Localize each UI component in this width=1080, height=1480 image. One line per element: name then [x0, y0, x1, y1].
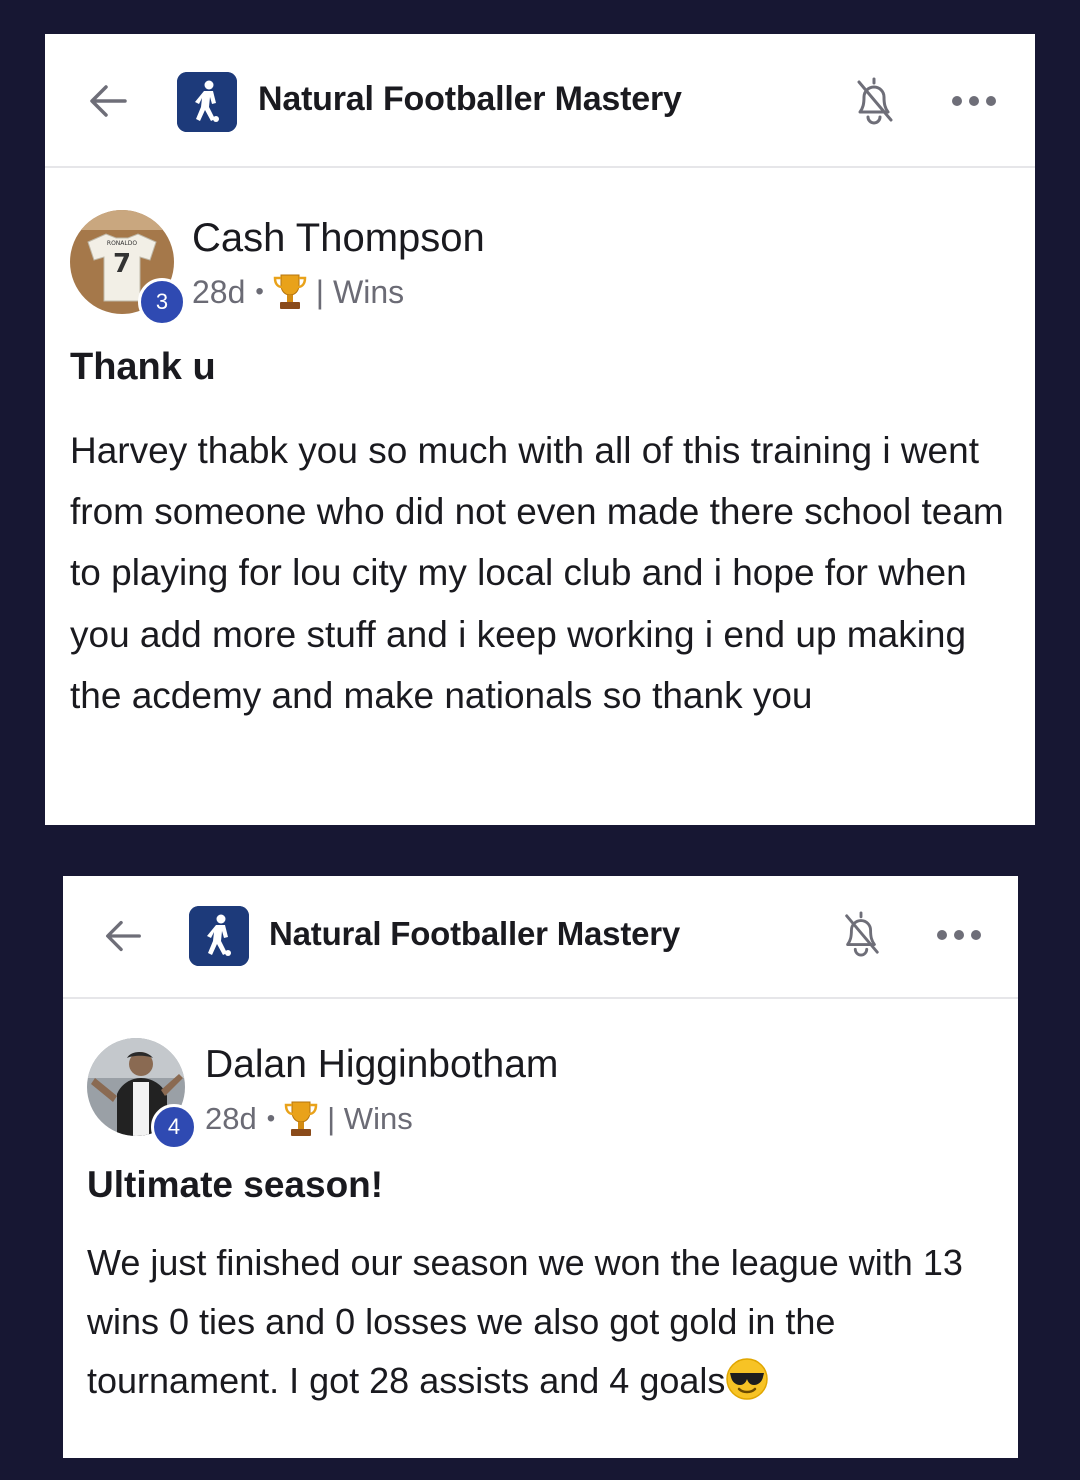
back-arrow-icon[interactable] — [85, 78, 131, 124]
top-bar: Natural Footballer Mastery — [63, 876, 1018, 999]
sunglasses-emoji — [725, 1357, 769, 1401]
trophy-icon — [272, 272, 308, 312]
author-avatar[interactable]: 4 — [87, 1038, 197, 1150]
post-time: 28d — [192, 273, 246, 310]
post-body-text: We just finished our season we won the l… — [87, 1242, 963, 1401]
more-icon[interactable] — [935, 924, 983, 946]
group-title[interactable]: Natural Footballer Mastery — [258, 80, 682, 119]
group-title[interactable]: Natural Footballer Mastery — [269, 915, 680, 953]
post-card-2: Natural Footballer Mastery 4 Dalan Higgi… — [63, 876, 1018, 1458]
post-title: Thank u — [70, 346, 216, 388]
avatar-jersey-text: RONALDO — [107, 240, 137, 247]
author-avatar[interactable]: RONALDO 7 3 — [70, 210, 186, 326]
post-body: Harvey thabk you so much with all of thi… — [70, 430, 1004, 716]
meta-separator-dot: • — [255, 278, 264, 305]
bell-off-icon[interactable] — [851, 74, 897, 128]
post-meta: 28d • | Wins — [205, 1099, 413, 1139]
back-arrow-icon[interactable] — [101, 914, 145, 958]
bell-off-icon[interactable] — [839, 908, 883, 960]
group-logo-icon[interactable] — [177, 72, 237, 132]
post-meta: 28d • | Wins — [192, 272, 404, 312]
level-badge: 3 — [138, 278, 186, 326]
author-name[interactable]: Cash Thompson — [192, 216, 485, 261]
group-logo-icon[interactable] — [189, 906, 249, 966]
author-name[interactable]: Dalan Higginbotham — [205, 1043, 558, 1087]
avatar-jersey-number: 7 — [113, 249, 131, 279]
post-title: Ultimate season! — [87, 1164, 384, 1205]
top-bar: Natural Footballer Mastery — [45, 34, 1035, 168]
level-badge: 4 — [151, 1104, 197, 1150]
post-time: 28d — [205, 1101, 257, 1136]
meta-separator-dot: • — [266, 1105, 276, 1132]
post-category[interactable]: | Wins — [327, 1101, 413, 1137]
more-icon[interactable] — [950, 90, 998, 112]
post-category[interactable]: | Wins — [316, 274, 404, 311]
post-body: We just finished our season we won the l… — [87, 1233, 1002, 1410]
post-card-1: Natural Footballer Mastery RONALDO 7 3 C… — [45, 34, 1035, 825]
trophy-icon — [283, 1099, 319, 1139]
